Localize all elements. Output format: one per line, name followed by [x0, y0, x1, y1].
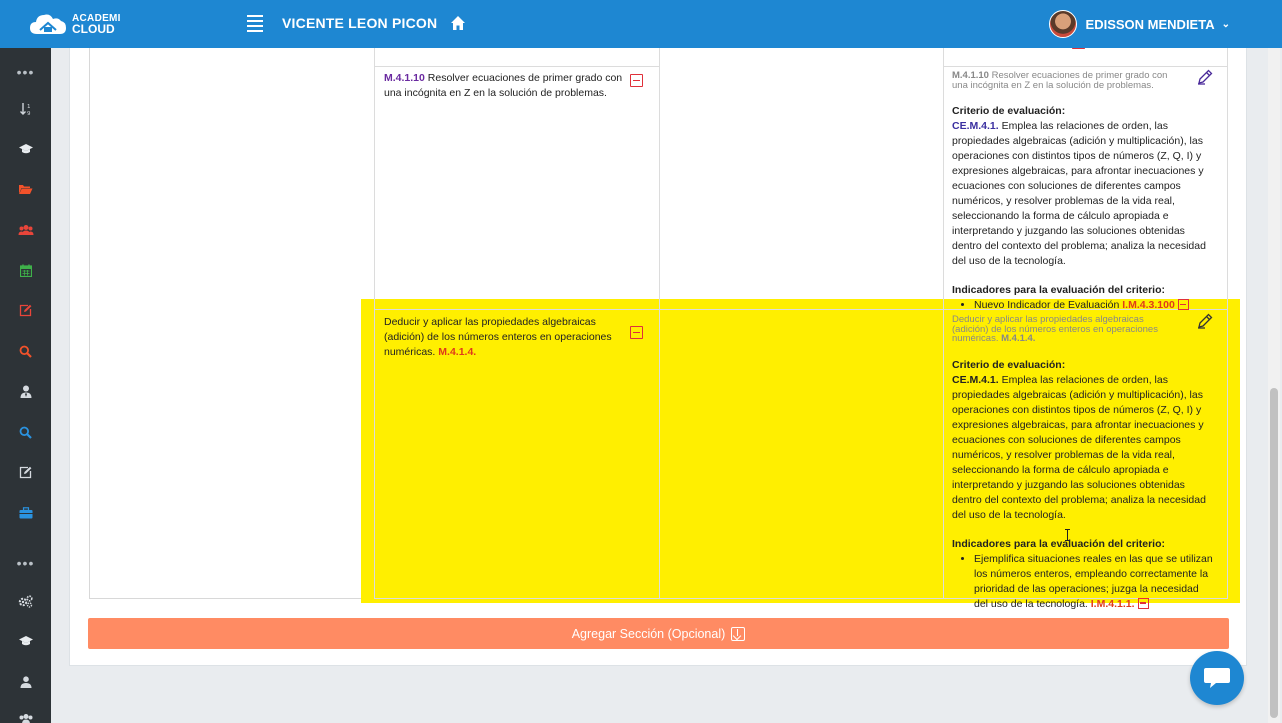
cloud-logo-icon	[30, 14, 66, 34]
pencil-icon[interactable]	[1197, 313, 1213, 329]
user-name: EDISSON MENDIETA	[1085, 16, 1215, 32]
indicadores-list: Ejemplifica situaciones reales en las qu…	[974, 552, 1214, 612]
svg-text:9: 9	[27, 111, 31, 116]
chat-button[interactable]	[1190, 651, 1244, 705]
criterio-label: Criterio de evaluación:	[952, 105, 1066, 117]
page-title: VICENTE LEON PICON	[282, 15, 438, 31]
add-section-button[interactable]: Agregar Sección (Opcional)	[88, 618, 1229, 649]
destreza-summary-text: Deducir y aplicar las propiedades algebr…	[952, 314, 1158, 344]
column-divider	[1227, 48, 1228, 599]
criterio-description: CE.M.4.1. Emplea las relaciones de orden…	[952, 119, 1214, 269]
page-scrollbar[interactable]	[1268, 48, 1280, 723]
criterio-description: CE.M.4.1. Emplea las relaciones de orden…	[952, 373, 1214, 523]
criterio-text: Emplea las relaciones de orden, las prop…	[952, 120, 1206, 267]
chevron-down-icon: ⌄	[1221, 18, 1230, 30]
destreza-summary: Deducir y aplicar las propiedades algebr…	[952, 315, 1182, 344]
top-bar: ACADEMI CLOUD VICENTE LEON PICON EDISSON…	[0, 0, 1282, 48]
more-dots-icon[interactable]: •••	[0, 57, 51, 87]
users-icon[interactable]	[0, 704, 51, 723]
row-divider	[943, 66, 1227, 67]
remove-indicator-button[interactable]	[1137, 597, 1149, 609]
users-icon[interactable]	[0, 215, 51, 245]
edit-icon[interactable]	[0, 457, 51, 487]
calendar-icon[interactable]	[0, 255, 51, 285]
indicador-code: I.M.4.1.1.	[1090, 597, 1135, 610]
briefcase-icon[interactable]	[0, 498, 51, 528]
logo-text-bottom: CLOUD	[72, 22, 115, 36]
add-section-label: Agregar Sección (Opcional)	[571, 626, 726, 641]
sidebar: ••• 19 •••	[0, 48, 51, 723]
remove-indicator-button[interactable]	[1177, 299, 1189, 310]
column-divider	[374, 48, 375, 599]
criterio-code: CE.M.4.1.	[952, 373, 999, 386]
column-divider	[943, 48, 944, 599]
svg-text:1: 1	[27, 104, 31, 110]
destreza-cell: Deducir y aplicar las propiedades algebr…	[384, 315, 624, 360]
user-tie-icon[interactable]	[0, 376, 51, 406]
sort-icon[interactable]: 19	[0, 94, 51, 124]
folder-open-icon[interactable]	[0, 174, 51, 204]
remove-destreza-button[interactable]	[630, 326, 643, 339]
criterio-code: CE.M.4.1.	[952, 120, 999, 132]
text-cursor-icon	[1065, 529, 1070, 541]
list-item: Nuevo Indicador de Evaluación I.M.4.3.10…	[974, 298, 1214, 313]
remove-destreza-button[interactable]	[630, 74, 643, 87]
graduation-cap-icon[interactable]	[0, 134, 51, 164]
pencil-icon[interactable]	[1197, 69, 1213, 85]
graduation-cap-icon[interactable]	[0, 626, 51, 656]
search-icon[interactable]	[0, 336, 51, 366]
chat-bubble-icon	[1204, 668, 1230, 688]
more-dots-icon[interactable]: •••	[0, 548, 51, 578]
menu-toggle-icon[interactable]	[247, 15, 263, 32]
academicloud-logo[interactable]: ACADEMI CLOUD	[28, 9, 148, 39]
criterio-panel: M.4.1.10 Resolver ecuaciones de primer g…	[952, 71, 1214, 313]
list-item: Ejemplifica situaciones reales en las qu…	[974, 552, 1214, 612]
destreza-text: Deducir y aplicar las propiedades algebr…	[384, 316, 612, 358]
row-divider	[374, 66, 659, 67]
cogs-icon[interactable]	[0, 586, 51, 616]
home-icon[interactable]	[450, 15, 466, 31]
destreza-code: M.4.1.10	[384, 72, 425, 84]
destreza-summary: M.4.1.10 Resolver ecuaciones de primer g…	[952, 71, 1182, 90]
download-icon	[731, 626, 746, 641]
indicador-code: I.M.4.3.100	[1122, 299, 1175, 311]
avatar	[1048, 10, 1077, 38]
indicador-text: Nuevo Indicador de Evaluación	[974, 299, 1123, 311]
user-icon[interactable]	[0, 667, 51, 697]
criterio-panel: Deducir y aplicar las propiedades algebr…	[952, 315, 1214, 612]
criterio-label: Criterio de evaluación:	[952, 358, 1066, 371]
search-icon[interactable]	[0, 417, 51, 447]
scrollbar-thumb[interactable]	[1270, 388, 1278, 718]
indicadores-list: Nuevo Indicador de Evaluación I.M.4.3.10…	[974, 298, 1214, 313]
destreza-cell: M.4.1.10 Resolver ecuaciones de primer g…	[384, 71, 624, 101]
destreza-code: M.4.1.4.	[438, 346, 477, 358]
edit-icon[interactable]	[0, 295, 51, 325]
column-divider	[659, 48, 660, 599]
indicadores-label: Indicadores para la evaluación del crite…	[952, 537, 1165, 550]
criterio-text: Emplea las relaciones de orden, las prop…	[952, 373, 1206, 521]
user-menu[interactable]: EDISSON MENDIETA ⌄	[1048, 10, 1230, 38]
indicadores-label: Indicadores para la evaluación del crite…	[952, 284, 1165, 296]
destreza-summary-code: M.4.1.4.	[1001, 333, 1036, 344]
